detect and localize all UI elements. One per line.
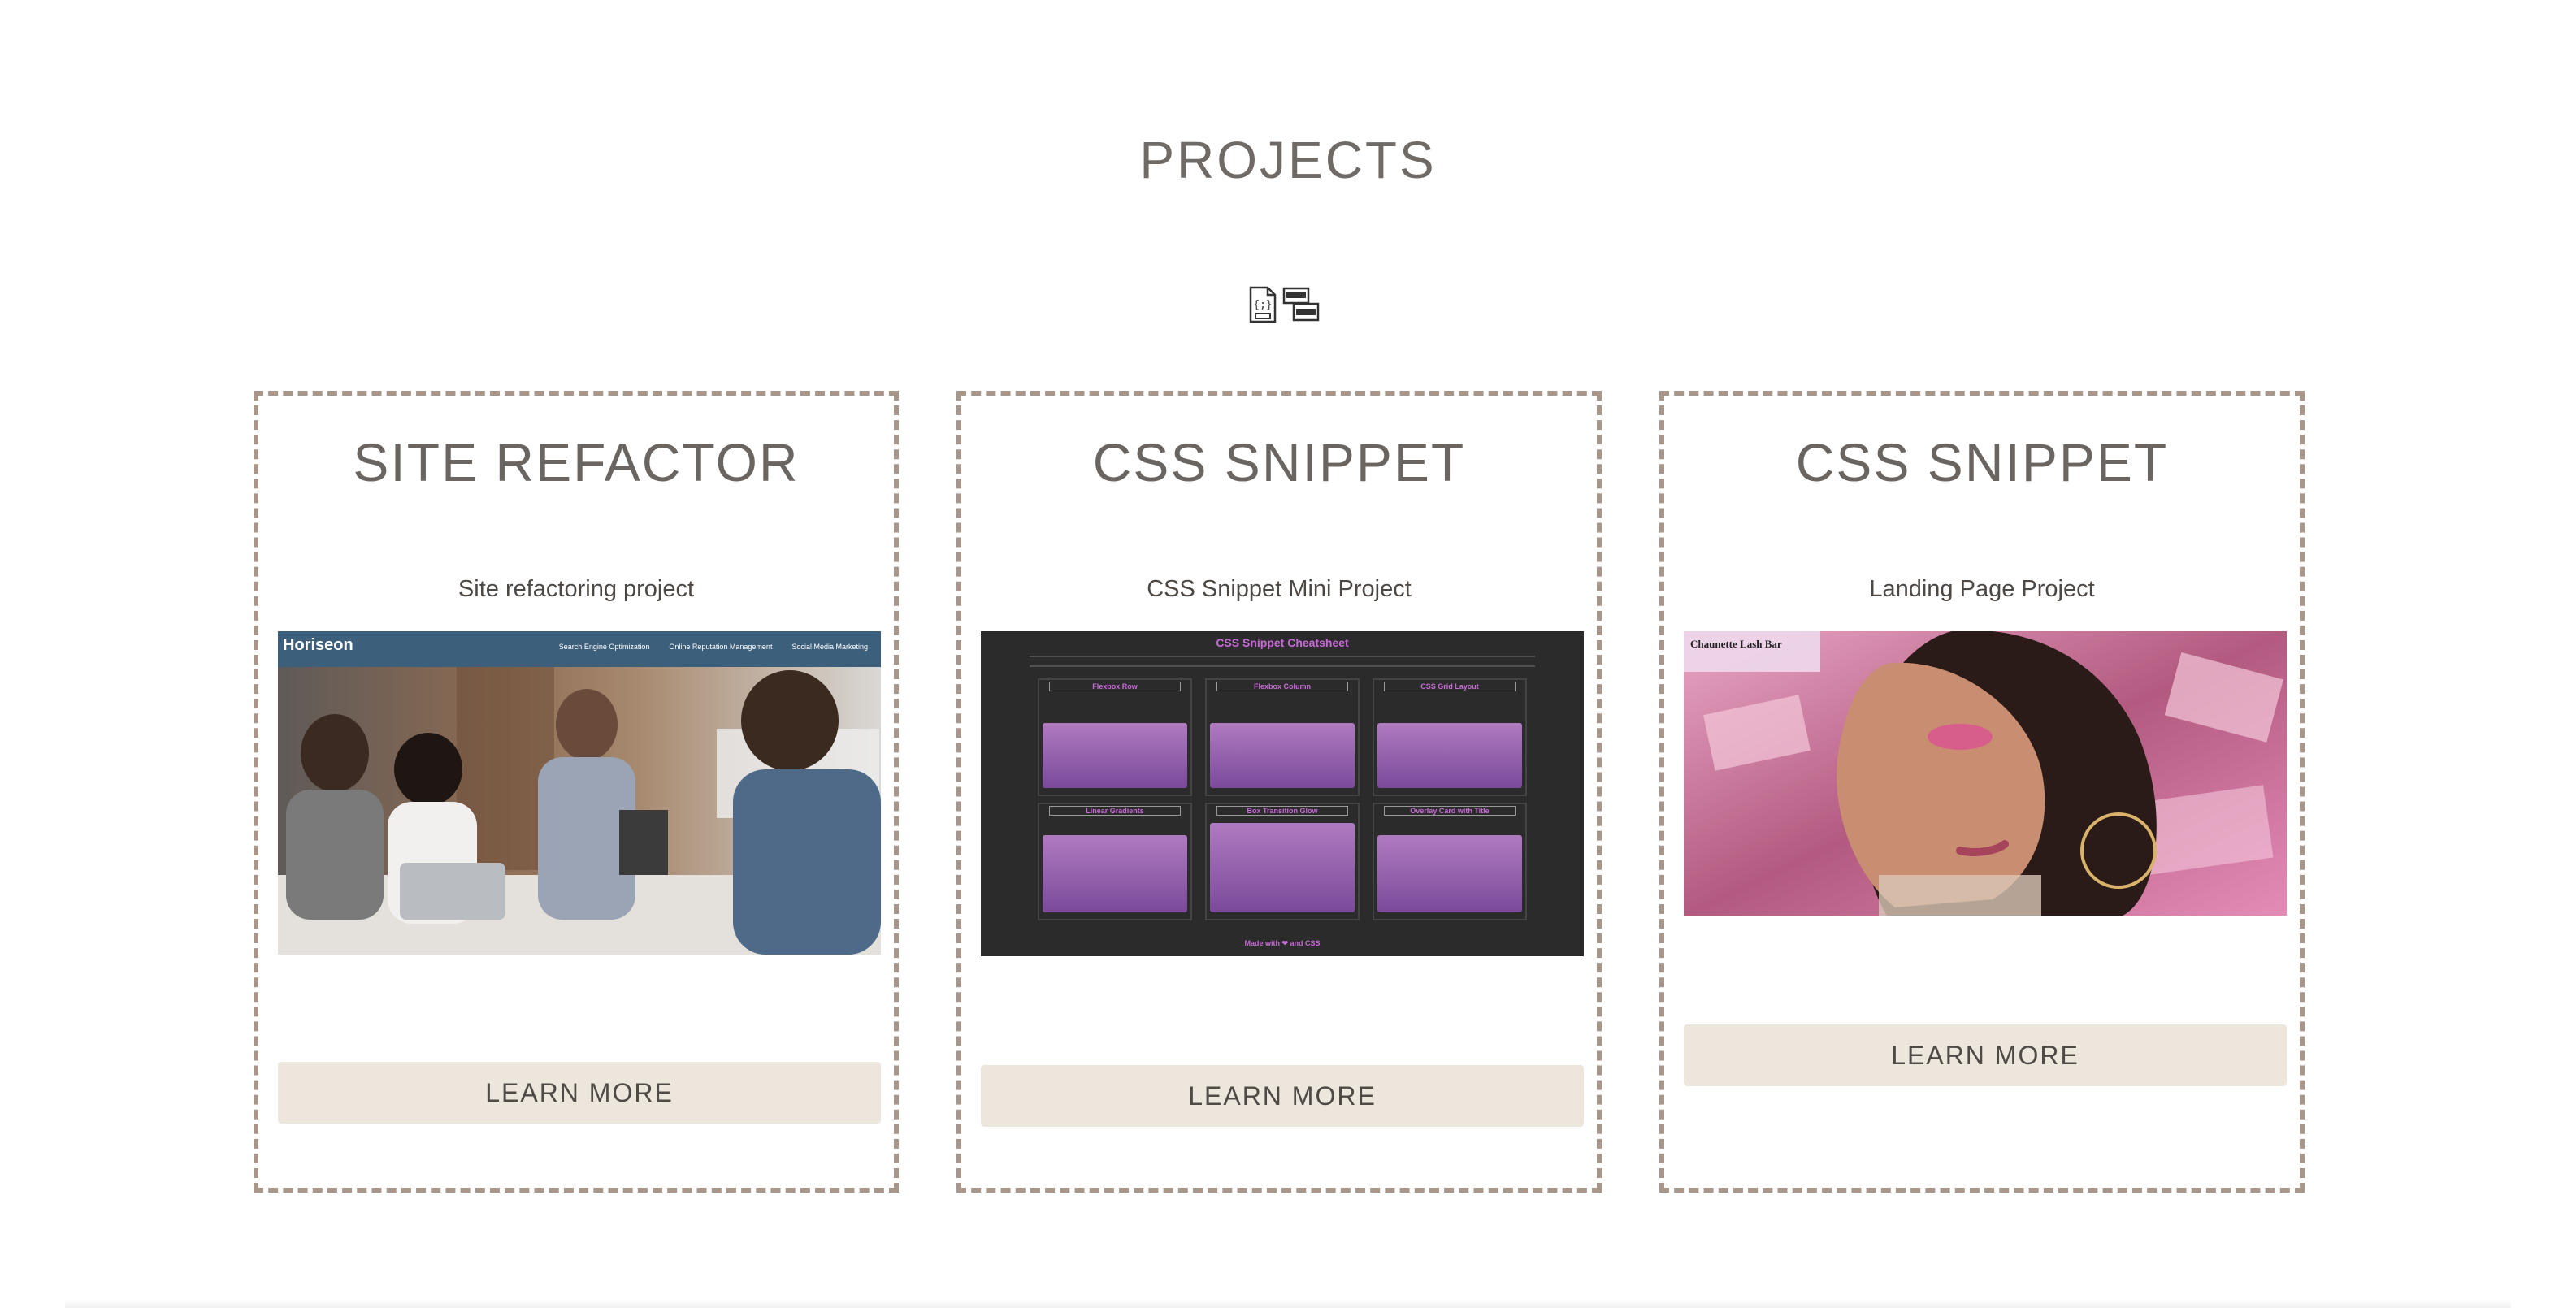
project-preview-image[interactable]: Chaunette Lash Bar (1684, 631, 2287, 916)
snippet-card: Box Transition Glow (1205, 803, 1360, 920)
javascript-file-icon: {;} (1249, 286, 1277, 323)
project-preview-image[interactable]: CSS Snippet Cheatsheet Flexbox Row Flexb… (981, 631, 1584, 956)
preview-nav-item: Online Reputation Management (669, 643, 773, 651)
svg-text:{;}: {;} (1253, 299, 1272, 311)
snippet-card: Flexbox Column (1205, 678, 1360, 796)
tech-icons: {;} (1248, 284, 1320, 325)
project-card-landing-page: CSS SNIPPET Landing Page Project Chaunet… (1659, 391, 2305, 1193)
project-title: SITE REFACTOR (353, 432, 800, 492)
footer-divider (65, 1300, 2511, 1308)
project-description: Landing Page Project (1869, 576, 2095, 602)
preview-heading: CSS Snippet Cheatsheet (1216, 636, 1349, 649)
snippet-card: Overlay Card with Title (1373, 803, 1527, 920)
preview-logo: Horiseon (283, 636, 353, 654)
preview-nav-item: Social Media Marketing (791, 643, 868, 651)
preview-nav-item: Search Engine Optimization (558, 643, 650, 651)
learn-more-button[interactable]: LEARN MORE (278, 1062, 881, 1124)
project-card-site-refactor: SITE REFACTOR Site refactoring project H… (254, 391, 899, 1193)
learn-more-button[interactable]: LEARN MORE (1684, 1024, 2287, 1086)
project-card-css-snippet: CSS SNIPPET CSS Snippet Mini Project CSS… (956, 391, 1602, 1193)
learn-more-button[interactable]: LEARN MORE (981, 1065, 1584, 1127)
snippet-card: CSS Grid Layout (1373, 678, 1527, 796)
snippet-card: Flexbox Row (1038, 678, 1192, 796)
preview-brand: Chaunette Lash Bar (1690, 638, 1782, 650)
preview-footer: Made with ❤ and CSS (1244, 939, 1321, 947)
project-description: CSS Snippet Mini Project (1147, 576, 1412, 602)
section-title: PROJECTS (1139, 131, 1437, 189)
html-css-icon (1282, 287, 1320, 322)
project-title: CSS SNIPPET (1092, 432, 1466, 492)
project-title: CSS SNIPPET (1795, 432, 2169, 492)
snippet-card: Linear Gradients (1038, 803, 1192, 920)
project-description: Site refactoring project (458, 576, 695, 602)
project-preview-image[interactable]: Horiseon Search Engine Optimization Onli… (278, 631, 881, 955)
